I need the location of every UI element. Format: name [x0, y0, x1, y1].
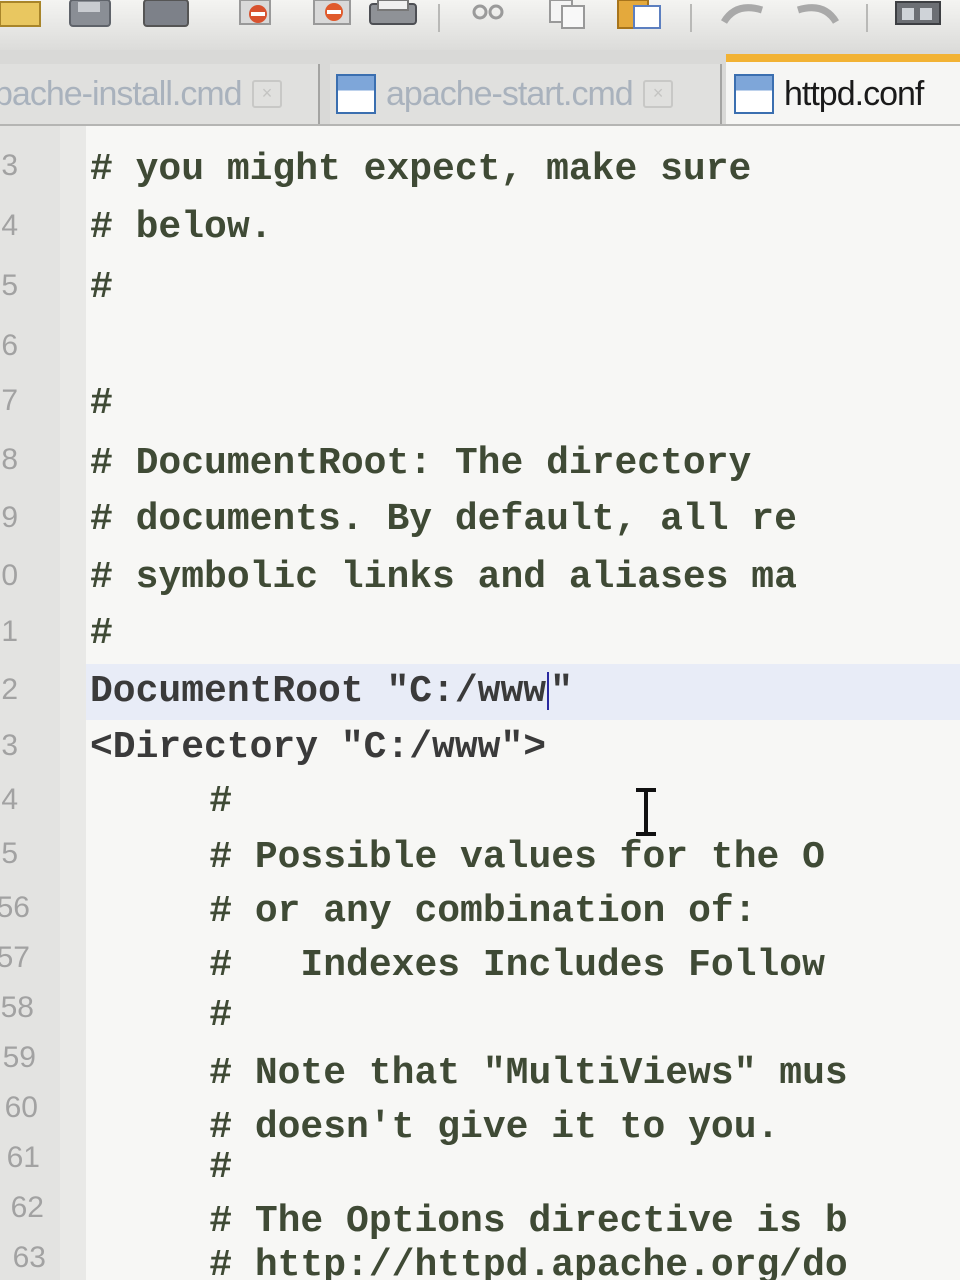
- line-number: 9: [1, 501, 18, 534]
- tab-close-icon[interactable]: ×: [251, 80, 282, 108]
- code-line-text: <Directory "C:/www">: [90, 726, 547, 769]
- line-number: 61: [6, 1141, 40, 1174]
- code-line-text: # or any combination of:: [118, 890, 757, 933]
- line-number-gutter: 3 4 5 6 7 8 9 0 1 2 3 4 5 56 57 58 59 60…: [0, 126, 60, 1280]
- code-line-text: # below.: [90, 206, 273, 249]
- tab-label: httpd.conf: [784, 74, 924, 113]
- code-line-text: #: [118, 1146, 233, 1189]
- line-number: 62: [10, 1191, 44, 1224]
- code-line: #: [86, 376, 960, 432]
- code-area[interactable]: # you might expect, make sure # below. #…: [86, 126, 960, 1280]
- paste-icon[interactable]: [614, 0, 670, 30]
- editor-window: pache-install.cmd × apache-start.cmd × h…: [0, 0, 960, 1280]
- line-number: 4: [1, 209, 18, 242]
- code-line-text: #: [90, 266, 113, 309]
- code-line: # http://httpd.apache.org/do: [86, 1238, 960, 1280]
- code-line: # you might expect, make sure: [86, 142, 960, 198]
- code-line-text: #: [118, 780, 233, 823]
- folder-icon[interactable]: [0, 0, 44, 30]
- cut-icon[interactable]: [466, 0, 510, 30]
- save-icon[interactable]: [64, 0, 120, 30]
- line-number: 0: [1, 559, 18, 592]
- code-line: # symbolic links and aliases ma: [86, 550, 960, 606]
- code-line: #: [86, 988, 960, 1044]
- line-number: 3: [1, 149, 18, 182]
- tab-close-icon[interactable]: ×: [642, 80, 673, 108]
- line-number: 3: [1, 729, 18, 762]
- code-line-text: # Indexes Includes Follow: [118, 944, 825, 987]
- code-line: <Directory "C:/www">: [86, 720, 960, 776]
- code-text-before-caret: DocumentRoot "C:/www: [90, 670, 547, 713]
- tab-label: apache-start.cmd: [386, 74, 634, 113]
- toolbar: [0, 0, 960, 51]
- code-line: # documents. By default, all re: [86, 492, 960, 548]
- line-number: 5: [1, 269, 18, 302]
- code-line-text: # you might expect, make sure: [90, 148, 752, 191]
- line-number: 63: [12, 1241, 46, 1274]
- code-line: #: [86, 260, 960, 316]
- close-all-icon[interactable]: [310, 0, 358, 30]
- toolbar-separator: [866, 4, 868, 32]
- line-number: 56: [0, 891, 30, 924]
- code-line-text: # Note that "MultiViews" mus: [118, 1052, 848, 1095]
- code-line: # Possible values for the O: [86, 830, 960, 886]
- code-line: # below.: [86, 200, 960, 256]
- view-icon[interactable]: [890, 0, 946, 30]
- file-icon: [336, 74, 376, 114]
- line-number: 7: [1, 384, 18, 417]
- line-number: 58: [0, 991, 34, 1024]
- code-line: # DocumentRoot: The directory: [86, 436, 960, 492]
- code-line: # Note that "MultiViews" mus: [86, 1046, 960, 1102]
- code-text-after-caret: ": [550, 670, 573, 713]
- code-line: # Indexes Includes Follow: [86, 938, 960, 994]
- line-number: 60: [4, 1091, 38, 1124]
- code-line: #: [86, 1140, 960, 1196]
- redo-icon[interactable]: [790, 0, 846, 30]
- code-line-text: # symbolic links and aliases ma: [90, 556, 797, 599]
- text-caret: [547, 671, 550, 710]
- code-line: # or any combination of:: [86, 884, 960, 940]
- save-state-icon: [734, 74, 774, 114]
- code-line-text: # DocumentRoot: The directory: [90, 442, 752, 485]
- text-cursor-icon: [636, 788, 656, 836]
- tab-httpd-conf[interactable]: httpd.conf: [726, 54, 960, 124]
- code-line-text: #: [90, 612, 113, 655]
- save-all-icon[interactable]: [140, 0, 196, 30]
- close-icon[interactable]: [236, 0, 280, 30]
- tab-apache-start[interactable]: apache-start.cmd ×: [330, 64, 722, 124]
- code-line-text: # Possible values for the O: [118, 836, 825, 879]
- code-line-text: # documents. By default, all re: [90, 498, 797, 541]
- tab-bar: pache-install.cmd × apache-start.cmd × h…: [0, 50, 960, 126]
- fold-margin: [60, 126, 86, 1280]
- code-line-text: # http://httpd.apache.org/do: [118, 1244, 848, 1280]
- editor: 3 4 5 6 7 8 9 0 1 2 3 4 5 56 57 58 59 60…: [0, 126, 960, 1280]
- line-number: 1: [1, 615, 18, 648]
- current-code-line: DocumentRoot "C:/www ": [86, 664, 960, 720]
- line-number: 59: [2, 1041, 36, 1074]
- line-number: 8: [1, 443, 18, 476]
- line-number: 2: [1, 673, 18, 706]
- tab-label: pache-install.cmd: [0, 74, 243, 113]
- code-line: #: [86, 606, 960, 662]
- line-number: 6: [1, 329, 18, 362]
- line-number: 57: [0, 941, 30, 974]
- line-number: 4: [1, 783, 18, 816]
- toolbar-separator: [438, 4, 440, 32]
- code-line-text: DocumentRoot "C:/www ": [90, 664, 573, 720]
- toolbar-separator: [690, 4, 692, 32]
- code-line-text: #: [118, 994, 233, 1037]
- code-line: #: [86, 774, 960, 830]
- copy-icon[interactable]: [544, 0, 592, 30]
- tab-apache-install[interactable]: pache-install.cmd ×: [0, 64, 320, 124]
- code-line-text: #: [90, 382, 113, 425]
- print-icon[interactable]: [366, 0, 422, 30]
- line-number: 5: [1, 837, 18, 870]
- undo-icon[interactable]: [716, 0, 772, 30]
